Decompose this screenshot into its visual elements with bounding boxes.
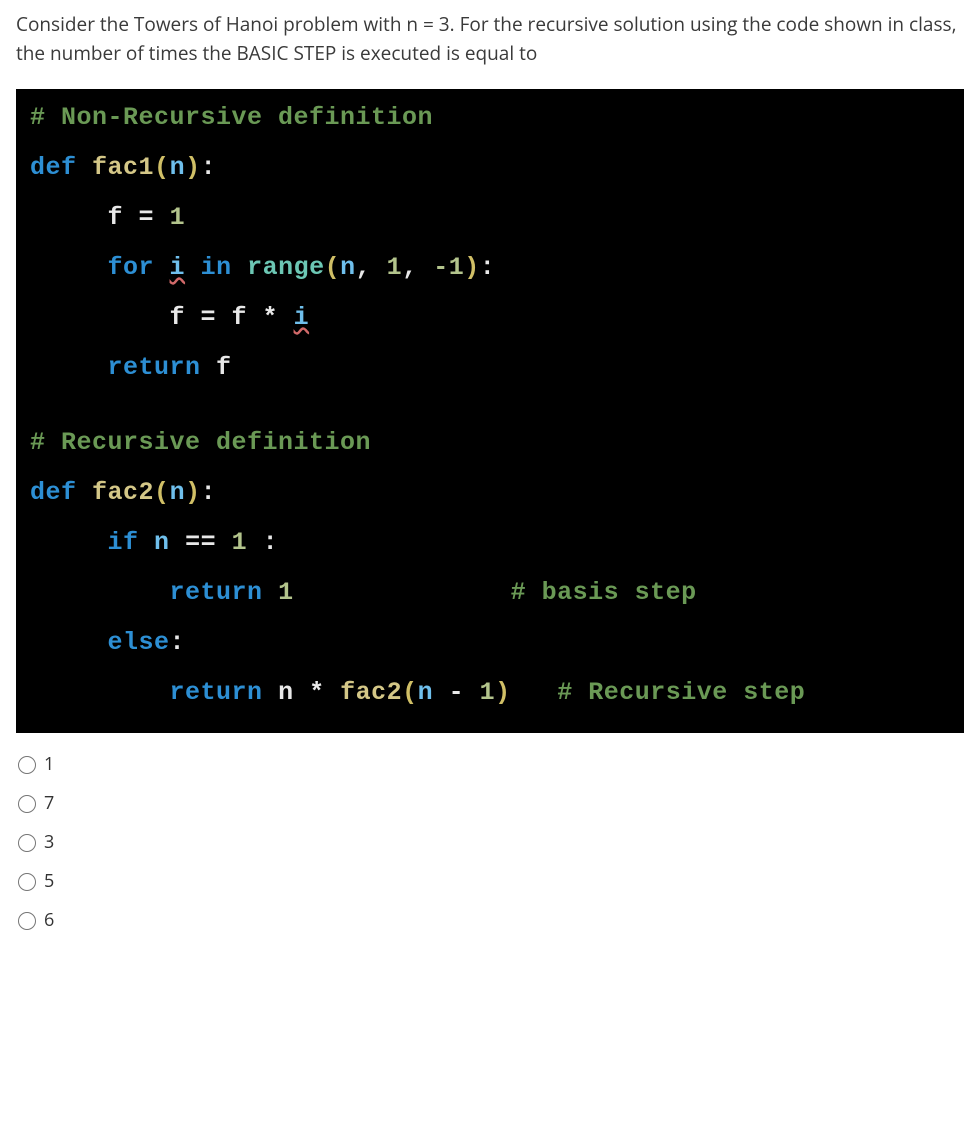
code-return-f: f xyxy=(216,353,232,382)
code-paren: ( xyxy=(325,253,341,282)
answer-option-4[interactable]: 5 xyxy=(18,868,964,895)
code-in: in xyxy=(201,253,232,282)
code-n-cmp: n xyxy=(154,528,170,557)
code-comment-recursive: # Recursive step xyxy=(557,678,805,707)
code-ret1: 1 xyxy=(278,578,294,607)
radio-option-2[interactable] xyxy=(18,795,36,813)
code-def-2: def xyxy=(30,478,77,507)
radio-option-5[interactable] xyxy=(18,912,36,930)
code-eqeq: == xyxy=(170,528,232,557)
radio-option-1[interactable] xyxy=(18,756,36,774)
code-range: range xyxy=(247,253,325,282)
code-var-i-1: i xyxy=(170,253,186,282)
code-range-1: 1 xyxy=(387,253,403,282)
code-return-1: return xyxy=(108,353,201,382)
code-colon-sp: : xyxy=(247,528,278,557)
code-paren: ) xyxy=(464,253,480,282)
option-label-2: 7 xyxy=(44,790,54,817)
radio-option-3[interactable] xyxy=(18,834,36,852)
code-if: if xyxy=(108,528,139,557)
option-label-3: 3 xyxy=(44,829,54,856)
code-param-n-1: n xyxy=(170,153,186,182)
code-param-n-2: n xyxy=(170,478,186,507)
code-for: for xyxy=(108,253,155,282)
code-fac2-call: fac2 xyxy=(340,678,402,707)
code-colon: : xyxy=(201,478,217,507)
code-colon: : xyxy=(170,628,186,657)
code-comment-basis: # basis step xyxy=(511,578,697,607)
code-paren: ) xyxy=(185,478,201,507)
option-label-4: 5 xyxy=(44,868,54,895)
code-colon: : xyxy=(480,253,496,282)
code-comment-1: # Non-Recursive definition xyxy=(30,103,433,132)
question-text: Consider the Towers of Hanoi problem wit… xyxy=(16,10,964,67)
code-nm1-minus: - xyxy=(433,678,480,707)
code-var-i-2: i xyxy=(294,303,310,332)
code-eq: = xyxy=(139,203,155,232)
code-retn: n * xyxy=(278,678,340,707)
code-funcname-2: fac2 xyxy=(92,478,154,507)
code-one: 1 xyxy=(232,528,248,557)
code-f-mul: f = f * xyxy=(170,303,294,332)
code-nm1-n: n xyxy=(418,678,434,707)
option-label-1: 1 xyxy=(44,751,54,778)
code-def-1: def xyxy=(30,153,77,182)
answer-option-1[interactable]: 1 xyxy=(18,751,964,778)
code-comment-2: # Recursive definition xyxy=(30,428,371,457)
code-paren: ) xyxy=(495,678,511,707)
code-colon: : xyxy=(201,153,217,182)
code-range-m1: -1 xyxy=(433,253,464,282)
answer-option-3[interactable]: 3 xyxy=(18,829,964,856)
code-else: else xyxy=(108,628,170,657)
answer-option-2[interactable]: 7 xyxy=(18,790,964,817)
code-paren: ( xyxy=(154,153,170,182)
code-paren: ( xyxy=(402,678,418,707)
code-num-1: 1 xyxy=(170,203,186,232)
code-return-3: return xyxy=(170,678,263,707)
answer-options: 1 7 3 5 6 xyxy=(16,751,964,934)
code-comma: , xyxy=(356,253,387,282)
code-nm1-1: 1 xyxy=(480,678,496,707)
code-paren: ) xyxy=(185,153,201,182)
radio-option-4[interactable] xyxy=(18,873,36,891)
code-comma: , xyxy=(402,253,433,282)
answer-option-5[interactable]: 6 xyxy=(18,907,964,934)
option-label-5: 6 xyxy=(44,907,54,934)
code-range-n: n xyxy=(340,253,356,282)
code-funcname-1: fac1 xyxy=(92,153,154,182)
code-paren: ( xyxy=(154,478,170,507)
code-block: # Non-Recursive definition def fac1(n): … xyxy=(16,89,964,733)
code-assign-f1: f xyxy=(108,203,124,232)
code-return-2: return xyxy=(170,578,263,607)
